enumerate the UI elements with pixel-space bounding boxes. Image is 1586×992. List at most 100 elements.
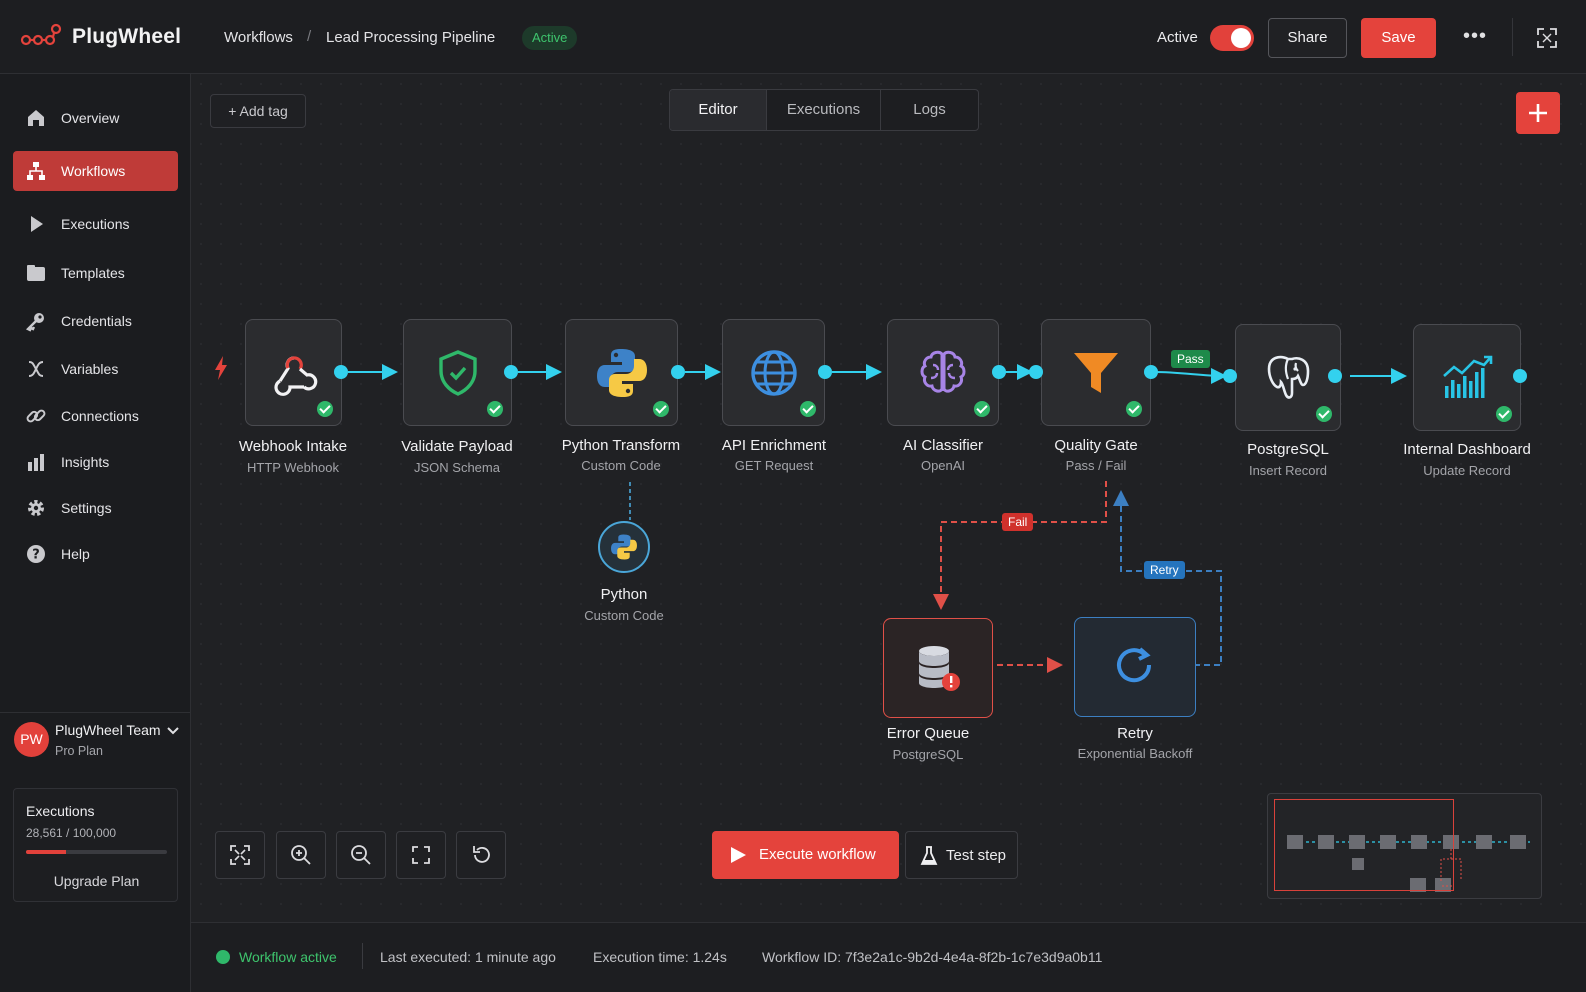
- sidebar-item-label: Overview: [61, 110, 120, 126]
- status-badge: Active: [522, 26, 578, 50]
- frame-icon: [412, 846, 430, 864]
- sidebar-item-credentials[interactable]: Credentials: [13, 301, 178, 341]
- globe-icon: [750, 349, 797, 396]
- node-title: Webhook Intake: [238, 438, 348, 455]
- sidebar-item-label: Help: [61, 546, 90, 562]
- sidebar-item-label: Connections: [61, 408, 139, 424]
- input-port[interactable]: [1223, 369, 1237, 383]
- output-port[interactable]: [1144, 365, 1158, 379]
- home-icon: [28, 110, 44, 126]
- sidebar-item-workflows[interactable]: Workflows: [13, 151, 178, 191]
- templates-icon: [27, 265, 45, 281]
- node-error-queue[interactable]: [883, 618, 993, 718]
- sidebar-item-connections[interactable]: Connections: [13, 396, 178, 436]
- output-port[interactable]: [1513, 369, 1527, 383]
- node-retry[interactable]: [1074, 617, 1196, 717]
- node-title: PostgreSQL: [1247, 441, 1329, 458]
- zoom-in-icon: [291, 845, 311, 865]
- sidebar-item-settings[interactable]: Settings: [13, 488, 178, 528]
- node-python-transform[interactable]: [565, 319, 678, 426]
- plugwheel-logo-icon: [20, 23, 62, 46]
- python-icon: [611, 534, 637, 560]
- status-bar: Workflow active Last executed: 1 minute …: [191, 922, 1586, 992]
- input-port[interactable]: [1029, 365, 1043, 379]
- fullscreen-icon[interactable]: [1536, 27, 1558, 49]
- usage-title: Executions: [26, 803, 95, 819]
- execution-time: Execution time: 1.24s: [593, 949, 727, 965]
- node-ai-classifier[interactable]: [887, 319, 999, 426]
- upgrade-plan-button[interactable]: Upgrade Plan: [14, 873, 179, 889]
- output-port[interactable]: [334, 365, 348, 379]
- test-step-button[interactable]: Test step: [905, 831, 1018, 879]
- breadcrumb-workflow-name[interactable]: Lead Processing Pipeline: [326, 29, 495, 46]
- success-check-icon: [800, 401, 816, 417]
- success-check-icon: [487, 401, 503, 417]
- execute-workflow-button[interactable]: Execute workflow: [712, 831, 899, 879]
- sidebar-item-help[interactable]: ? Help: [13, 534, 178, 574]
- node-subtitle: Exponential Backoff: [1077, 746, 1193, 761]
- zoom-out-button[interactable]: [336, 831, 386, 879]
- sidebar: Overview Workflows Executions Templates …: [0, 74, 191, 992]
- minimap-viewport[interactable]: [1274, 799, 1454, 891]
- share-button[interactable]: Share: [1268, 18, 1347, 58]
- node-subtitle: Pass / Fail: [1065, 458, 1127, 473]
- fit-view-icon: [230, 845, 250, 865]
- output-port[interactable]: [992, 365, 1006, 379]
- node-subtitle: PostgreSQL: [892, 747, 964, 762]
- active-toggle[interactable]: [1210, 25, 1254, 51]
- breadcrumb-workflows[interactable]: Workflows: [224, 29, 293, 46]
- node-python-sub[interactable]: [598, 521, 650, 573]
- workflows-icon: [27, 162, 45, 180]
- node-postgresql[interactable]: [1235, 324, 1341, 431]
- node-title: Error Queue: [886, 725, 970, 742]
- workflow-id: Workflow ID: 7f3e2a1c-9b2d-4e4a-8f2b-1c7…: [762, 949, 1103, 965]
- reset-zoom-button[interactable]: [396, 831, 446, 879]
- undo-button[interactable]: [456, 831, 506, 879]
- workflow-canvas[interactable]: + Add tag Editor Executions Logs Webhook…: [191, 74, 1586, 922]
- output-port[interactable]: [504, 365, 518, 379]
- dashboard-chart-icon: [1443, 355, 1493, 398]
- node-internal-dashboard[interactable]: [1413, 324, 1521, 431]
- sidebar-item-variables[interactable]: Variables: [13, 349, 178, 389]
- node-quality-gate[interactable]: [1041, 319, 1151, 426]
- node-subtitle: GET Request: [734, 458, 814, 473]
- usage-count: 28,561 / 100,000: [26, 826, 117, 840]
- refresh-icon: [1117, 647, 1152, 683]
- team-plan: Pro Plan: [55, 744, 103, 758]
- minimap[interactable]: [1267, 793, 1542, 899]
- retry-edge-label: Retry: [1144, 561, 1185, 579]
- output-port[interactable]: [671, 365, 685, 379]
- shield-icon: [438, 349, 477, 396]
- app-name: PlugWheel: [72, 25, 182, 48]
- sidebar-item-insights[interactable]: Insights: [13, 442, 178, 482]
- funnel-icon: [1074, 352, 1118, 393]
- zoom-in-button[interactable]: [276, 831, 326, 879]
- avatar[interactable]: PW: [14, 722, 49, 757]
- output-port[interactable]: [818, 365, 832, 379]
- node-title: Internal Dashboard: [1403, 441, 1531, 458]
- output-port[interactable]: [1328, 369, 1342, 383]
- node-webhook-intake[interactable]: [245, 319, 342, 426]
- success-check-icon: [974, 401, 990, 417]
- brain-icon: [920, 350, 966, 393]
- fail-connection: [933, 481, 1107, 610]
- play-icon: [731, 847, 746, 863]
- sidebar-item-label: Executions: [61, 216, 130, 232]
- node-api-enrichment[interactable]: [722, 319, 825, 426]
- logo[interactable]: PlugWheel: [20, 22, 181, 52]
- node-subtitle: Custom Code: [584, 608, 664, 623]
- sidebar-item-templates[interactable]: Templates: [13, 253, 178, 293]
- team-name[interactable]: PlugWheel Team: [55, 722, 161, 738]
- more-options-icon[interactable]: •••: [1461, 24, 1489, 52]
- node-validate-payload[interactable]: [403, 319, 512, 426]
- save-button[interactable]: Save: [1361, 18, 1436, 58]
- chevron-down-icon[interactable]: [166, 724, 180, 738]
- node-title: API Enrichment: [721, 437, 827, 454]
- last-executed: Last executed: 1 minute ago: [380, 949, 556, 965]
- node-title: Retry: [1117, 725, 1153, 742]
- sidebar-item-label: Insights: [61, 454, 110, 470]
- sidebar-item-executions[interactable]: Executions: [13, 204, 178, 244]
- sidebar-item-overview[interactable]: Overview: [13, 98, 178, 138]
- help-icon: ?: [27, 545, 45, 563]
- fit-view-button[interactable]: [215, 831, 265, 879]
